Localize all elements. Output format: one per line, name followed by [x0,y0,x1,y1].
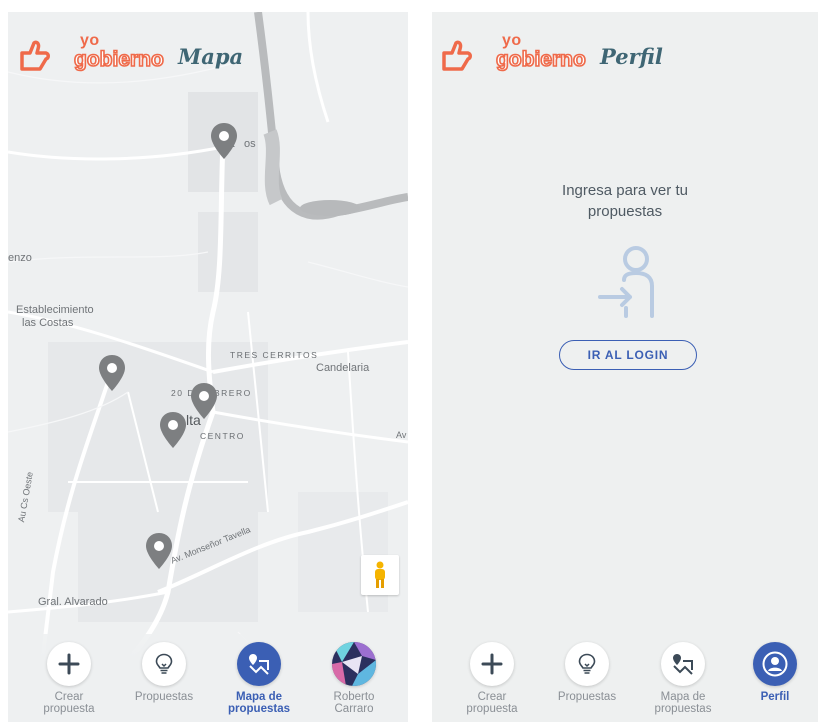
nav-icon-circle-active [753,642,797,686]
page-title: Mapa [178,43,244,69]
login-message: Ingresa para ver tu propuestas [562,182,688,220]
map-label-valle-suffix: os [244,138,256,150]
nav-item-propuestas[interactable]: Propuestas [546,642,628,703]
map-label-establecimiento: Establecimiento [16,304,94,316]
plus-icon [481,653,503,675]
map-pin-marker[interactable] [145,532,173,570]
lightbulb-icon [155,653,173,674]
nav-label: Roberto Carraro [333,691,375,715]
avatar [332,642,376,686]
logo-gobierno: gobierno [73,47,164,72]
plus-icon [58,653,80,675]
nav-icon-circle [661,642,705,686]
nav-item-user-profile[interactable]: Roberto Carraro [313,642,395,715]
nav-label: Perfil [760,691,790,703]
nav-label: Mapa de propuestas [654,691,712,715]
map-marker-icon [673,654,693,675]
nav-icon-circle [47,642,91,686]
logo-wordmark: yo gobierno [50,32,172,78]
login-user-icon [598,246,654,318]
map-pin-marker[interactable] [159,411,187,449]
nav-icon-circle [470,642,514,686]
map-label-centro: CENTRO [200,431,245,441]
user-icon [762,651,788,677]
nav-label: Propuestas [557,691,617,703]
profile-screen: yo gobierno Perfil Ingresa para ver tu p… [432,12,818,722]
map-label-las-costas: las Costas [22,317,74,329]
nav-item-propuestas[interactable]: Propuestas [123,642,205,703]
nav-icon-circle [565,642,609,686]
nav-item-mapa-propuestas[interactable]: Mapa de propuestas [218,642,300,715]
logo-gobierno: gobierno [495,47,586,72]
map-label-av-partial: Av [396,430,407,440]
pegman-icon [375,561,385,588]
nav-icon-circle-active [237,642,281,686]
map-label-lorenzo: enzo [8,252,32,264]
logo-thumb-icon [442,40,472,71]
page-title: Perfil [600,43,663,69]
nav-item-crear-propuesta[interactable]: Crear propuesta [28,642,110,715]
nav-item-perfil[interactable]: Perfil [734,642,816,703]
map-pin-marker[interactable] [190,382,218,420]
nav-item-mapa-propuestas[interactable]: Mapa de propuestas [642,642,724,715]
lightbulb-icon [578,653,596,674]
nav-label: Crear propuesta [43,691,95,715]
nav-label: Propuestas [134,691,194,703]
nav-item-crear-propuesta[interactable]: Crear propuesta [451,642,533,715]
map-marker-icon [249,654,269,675]
nav-label: Crear propuesta [466,691,518,715]
map-screen: Va os enzo Establecimiento las Costas TR… [8,12,408,722]
app-header: yo gobierno Perfil [440,32,663,78]
map-label-gral-alvarado: Gral. Alvarado [38,596,108,608]
map-label-20-febrero-b: BRERO [214,388,252,398]
bottom-nav: Crear propuesta Propuestas Mapa de propu… [432,634,818,722]
map-pin-marker[interactable] [210,122,238,160]
map-label-candelaria: Candelaria [316,362,370,374]
app-header: yo gobierno Mapa [18,32,244,78]
map-label-tres-cerritos: TRES CERRITOS [230,350,319,360]
avatar-image [332,642,376,686]
nav-label: Mapa de propuestas [228,691,290,715]
logo-thumb-icon [20,40,50,71]
nav-icon-circle [142,642,186,686]
map-pin-marker[interactable] [98,354,126,392]
login-button[interactable]: IR AL LOGIN [559,340,697,370]
street-view-pegman-button[interactable] [361,555,399,595]
bottom-nav: Crear propuesta Propuestas Mapa de propu… [8,634,408,722]
logo-wordmark: yo gobierno [472,32,594,78]
